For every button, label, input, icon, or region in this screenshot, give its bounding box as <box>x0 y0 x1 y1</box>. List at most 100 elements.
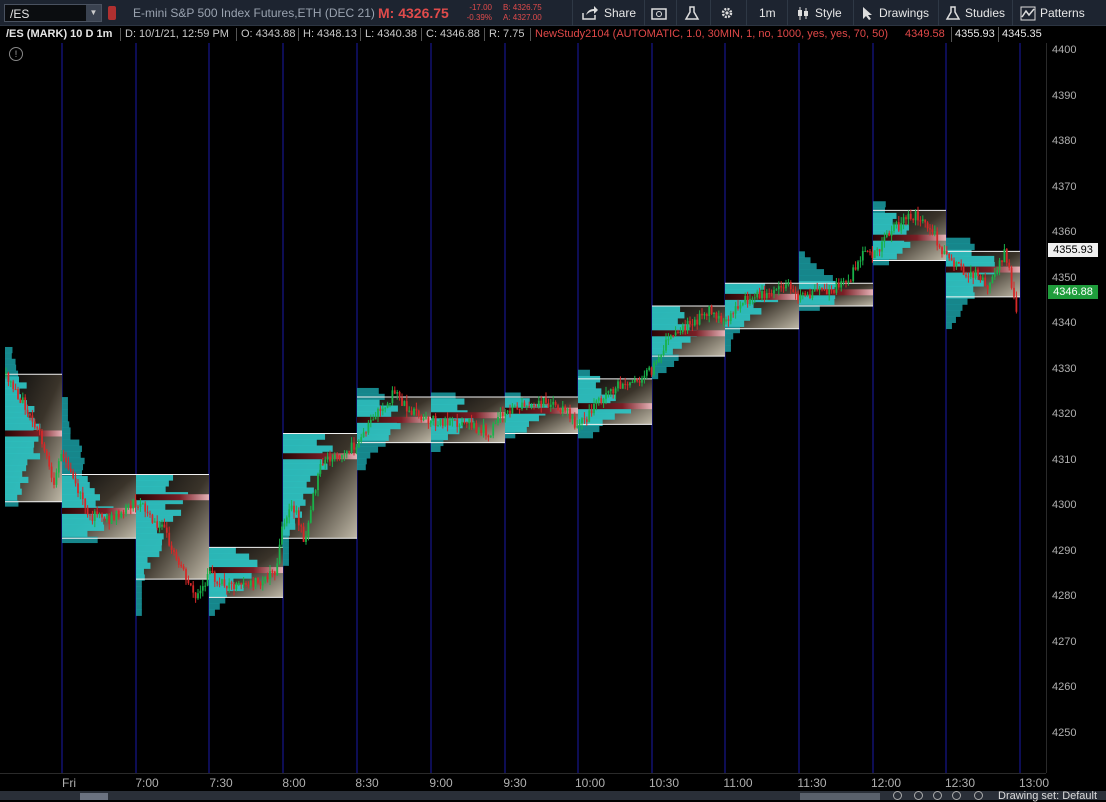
volume-profile-bar <box>5 370 19 377</box>
divider <box>484 28 485 41</box>
scroll-thumb[interactable] <box>800 793 880 800</box>
volume-profile-bar <box>136 474 174 481</box>
candle-body <box>336 454 339 457</box>
bottom-scrollbar[interactable]: Drawing set: Default <box>0 791 1106 802</box>
volume-profile-bar <box>799 263 817 270</box>
candle-body <box>513 406 516 408</box>
candle-body <box>854 267 857 270</box>
candle-body <box>12 381 15 390</box>
candle-body <box>386 403 389 408</box>
symbol-input[interactable]: /ES ▼ <box>4 4 102 22</box>
time-tick-label: 9:00 <box>429 776 453 790</box>
candle-body <box>461 421 463 426</box>
candle-body <box>307 522 310 537</box>
timeframe-button[interactable]: 1m <box>759 0 781 26</box>
drawing-set-label[interactable]: Drawing set: Default <box>998 791 1097 802</box>
price-chart[interactable] <box>0 43 1046 773</box>
candle-body <box>38 428 41 431</box>
studies-button[interactable]: Studies <box>945 0 1009 26</box>
candle-body <box>665 339 667 351</box>
candle-body <box>485 425 487 436</box>
volume-profile-bar <box>652 372 659 380</box>
timeframe-label: 1m <box>759 6 776 20</box>
candle-body <box>312 493 315 511</box>
divider <box>360 28 361 41</box>
candle-body <box>141 503 144 505</box>
candle-body <box>871 251 874 258</box>
candle-body <box>422 418 425 421</box>
volume-profile-bar <box>5 465 27 472</box>
share-button[interactable]: Share <box>582 0 642 26</box>
candle-body <box>806 294 809 296</box>
settings-button[interactable] <box>719 0 739 26</box>
candle-body <box>144 503 147 512</box>
volume-profile-bar <box>946 237 971 245</box>
candle-body <box>84 498 87 508</box>
candle-body <box>125 505 127 514</box>
time-tick-label: 7:30 <box>209 776 233 790</box>
volume-profile-bar <box>431 404 458 411</box>
candle-body <box>264 576 267 582</box>
candle-body <box>993 274 996 277</box>
link-color-icon[interactable] <box>108 6 116 20</box>
price-tick-label: 4310 <box>1052 453 1077 466</box>
zoom-out-icon[interactable] <box>952 791 961 800</box>
candle-body <box>744 296 747 303</box>
candle-body <box>861 250 864 261</box>
volume-profile-bar <box>652 360 675 367</box>
candle-body <box>518 408 521 410</box>
candle-body <box>281 526 283 545</box>
candle-body <box>794 291 797 294</box>
candle-body <box>816 289 819 291</box>
share-label: Share <box>604 6 637 20</box>
flask-button[interactable] <box>684 0 704 26</box>
candle-body <box>158 526 161 528</box>
candle-body <box>266 576 269 579</box>
symbol-dropdown-icon[interactable]: ▼ <box>86 5 101 21</box>
candle-body <box>581 418 583 424</box>
poc-bar <box>5 430 62 437</box>
candle-body <box>180 564 183 567</box>
volume-profile-bar <box>946 316 956 323</box>
price-tick-label: 4370 <box>1052 180 1077 193</box>
poc-bar <box>136 494 209 501</box>
divider <box>298 28 299 41</box>
drawing-set-icon[interactable] <box>974 791 983 800</box>
time-axis[interactable]: Fri 7:00 7:30 8:00 8:30 9:00 9:30 10:00 10:30 11:… <box>0 773 1049 792</box>
candle-body <box>960 263 963 266</box>
volume-profile-bar <box>62 536 98 544</box>
candle-body <box>554 401 557 406</box>
style-button[interactable]: Style <box>796 0 848 26</box>
price-tick-label: 4260 <box>1052 681 1077 694</box>
volume-profile-bar <box>136 480 169 487</box>
study-label[interactable]: NewStudy2104 (AUTOMATIC, 1.0, 30MIN, 1, … <box>535 28 888 40</box>
candle-body <box>866 250 869 252</box>
snapshot-button[interactable] <box>651 0 671 26</box>
candle-body <box>230 582 233 584</box>
candle-body <box>197 593 199 599</box>
price-axis[interactable]: 4400 4390 4380 4370 4360 4350 4340 4330 4320 4310… <box>1046 43 1106 773</box>
zoom-in-icon[interactable] <box>933 791 942 800</box>
crosshair-icon[interactable] <box>914 791 923 800</box>
patterns-button[interactable]: Patterns <box>1020 0 1106 26</box>
candle-body <box>132 499 135 509</box>
candle-body <box>242 583 245 585</box>
candle-body <box>773 290 775 294</box>
candle-body <box>1008 262 1011 268</box>
volume-profile-bar <box>209 547 236 554</box>
bid-ask: B: 4326.75 A: 4327.00 <box>503 3 542 23</box>
candle-body <box>497 417 499 423</box>
date-readout: D: 10/1/21, 12:59 PM <box>125 28 229 40</box>
divider <box>120 28 121 41</box>
pan-left-icon[interactable] <box>893 791 902 800</box>
candle-body <box>701 313 703 316</box>
candle-body <box>235 582 238 590</box>
scroll-thumb[interactable] <box>80 793 108 800</box>
change-net: -17.00 <box>469 3 492 12</box>
candle-body <box>225 585 228 589</box>
drawings-button[interactable]: Drawings <box>861 0 935 26</box>
volume-profile-bar <box>62 421 70 428</box>
candle-body <box>475 423 478 433</box>
candle-body <box>811 290 814 299</box>
candle-body <box>679 332 682 334</box>
